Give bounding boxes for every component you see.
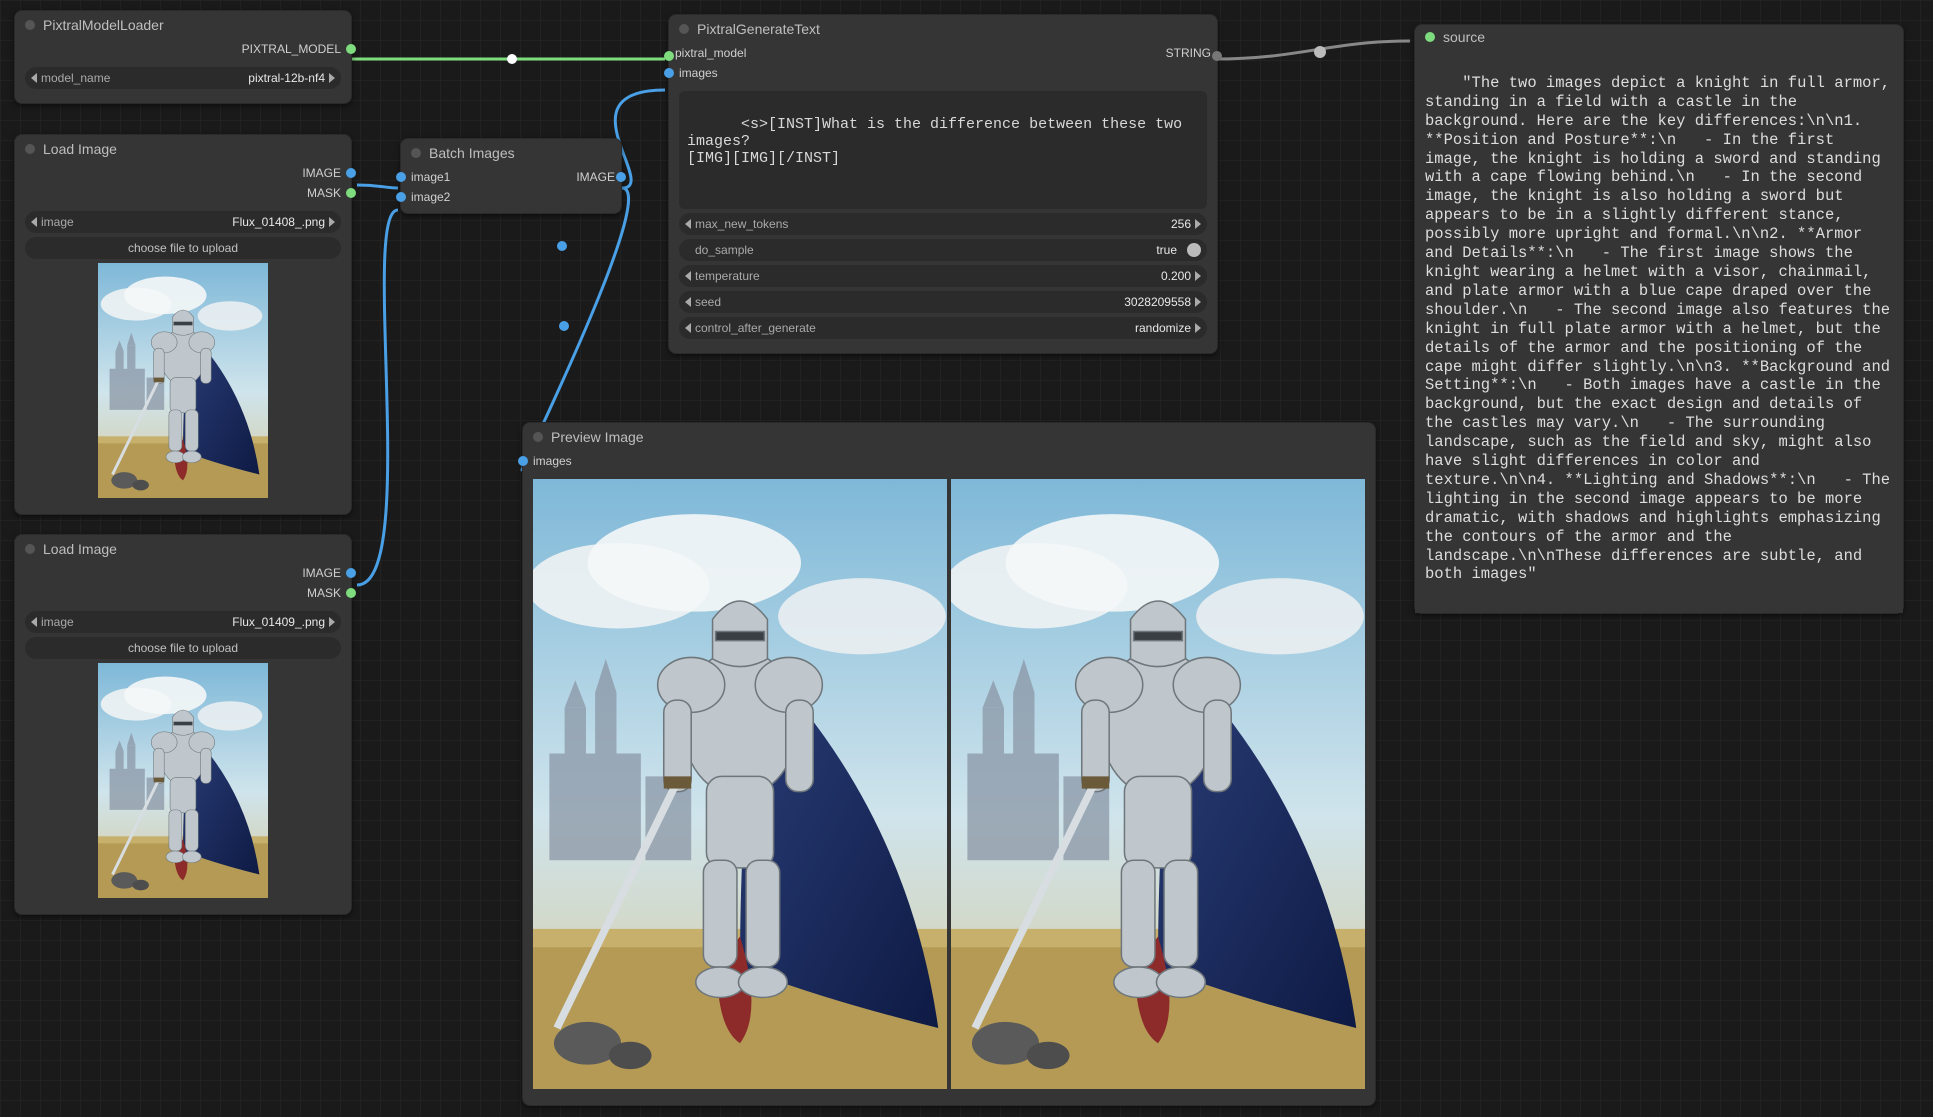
image-file-widget[interactable]: image Flux_01408_.png xyxy=(25,211,341,233)
output-port-icon[interactable] xyxy=(346,188,356,198)
output-image-label: IMAGE xyxy=(570,170,621,184)
max-new-tokens-widget[interactable]: max_new_tokens 256 xyxy=(679,213,1207,235)
node-title[interactable]: Load Image xyxy=(15,135,351,163)
output-port-icon[interactable] xyxy=(616,172,626,182)
input-port-icon[interactable] xyxy=(518,456,528,466)
node-title[interactable]: source xyxy=(1415,25,1903,49)
output-image-label: IMAGE xyxy=(296,566,347,580)
source-text-output[interactable]: "The two images depict a knight in full … xyxy=(1415,49,1903,613)
output-port-icon[interactable] xyxy=(1212,51,1222,61)
node-load-image-2[interactable]: Load Image IMAGE MASK image Flux_01409_.… xyxy=(14,534,352,915)
title-text: PixtralModelLoader xyxy=(43,17,164,33)
node-load-image-1[interactable]: Load Image IMAGE MASK image Flux_01408_.… xyxy=(14,134,352,515)
arrow-left-icon[interactable] xyxy=(31,617,37,627)
arrow-left-icon[interactable] xyxy=(685,297,691,307)
temperature-widget[interactable]: temperature 0.200 xyxy=(679,265,1207,287)
input-images-label: images xyxy=(673,66,724,80)
upload-button[interactable]: choose file to upload xyxy=(25,637,341,659)
model-name-widget[interactable]: model_name pixtral-12b-nf4 xyxy=(25,67,341,89)
input-port-icon[interactable] xyxy=(396,172,406,182)
output-port-icon[interactable] xyxy=(346,568,356,578)
collapse-dot-icon[interactable] xyxy=(25,544,35,554)
input-port-icon[interactable] xyxy=(1425,32,1435,42)
title-text: Batch Images xyxy=(429,145,515,161)
image-preview xyxy=(98,663,268,898)
node-title[interactable]: Preview Image xyxy=(523,423,1375,451)
node-title[interactable]: PixtralModelLoader xyxy=(15,11,351,39)
node-title[interactable]: Batch Images xyxy=(401,139,621,167)
input-port-icon[interactable] xyxy=(396,192,406,202)
node-title[interactable]: Load Image xyxy=(15,535,351,563)
prompt-textarea[interactable]: <s>[INST]What is the difference between … xyxy=(679,91,1207,209)
output-image-label: IMAGE xyxy=(296,166,347,180)
toggle-dot-icon[interactable] xyxy=(1187,243,1201,257)
image-preview xyxy=(98,263,268,498)
input-image2-label: image2 xyxy=(405,190,456,204)
title-text: Load Image xyxy=(43,541,117,557)
output-label: PIXTRAL_MODEL xyxy=(236,42,347,56)
node-batch-images[interactable]: Batch Images image1 IMAGE image2 xyxy=(400,138,622,214)
output-port-icon[interactable] xyxy=(346,588,356,598)
arrow-right-icon[interactable] xyxy=(1195,219,1201,229)
arrow-right-icon[interactable] xyxy=(329,217,335,227)
input-images-label: images xyxy=(527,454,578,468)
collapse-dot-icon[interactable] xyxy=(411,148,421,158)
output-mask-label: MASK xyxy=(301,586,347,600)
arrow-left-icon[interactable] xyxy=(31,73,37,83)
do-sample-widget[interactable]: do_sample true xyxy=(679,239,1207,261)
arrow-right-icon[interactable] xyxy=(1195,323,1201,333)
output-port-icon[interactable] xyxy=(346,44,356,54)
collapse-dot-icon[interactable] xyxy=(25,20,35,30)
input-image1-label: image1 xyxy=(405,170,456,184)
node-title[interactable]: PixtralGenerateText xyxy=(669,15,1217,43)
seed-widget[interactable]: seed 3028209558 xyxy=(679,291,1207,313)
arrow-right-icon[interactable] xyxy=(1195,297,1201,307)
input-model-label: pixtral_model xyxy=(669,46,752,60)
output-mask-label: MASK xyxy=(301,186,347,200)
node-preview-image[interactable]: Preview Image images xyxy=(522,422,1376,1106)
control-after-generate-widget[interactable]: control_after_generate randomize xyxy=(679,317,1207,339)
arrow-right-icon[interactable] xyxy=(1195,271,1201,281)
collapse-dot-icon[interactable] xyxy=(533,432,543,442)
arrow-left-icon[interactable] xyxy=(685,271,691,281)
node-pixtral-model-loader[interactable]: PixtralModelLoader PIXTRAL_MODEL model_n… xyxy=(14,10,352,104)
node-pixtral-generate-text[interactable]: PixtralGenerateText pixtral_model STRING… xyxy=(668,14,1218,354)
output-port-icon[interactable] xyxy=(346,168,356,178)
upload-button[interactable]: choose file to upload xyxy=(25,237,341,259)
arrow-left-icon[interactable] xyxy=(685,323,691,333)
collapse-dot-icon[interactable] xyxy=(25,144,35,154)
node-source[interactable]: source "The two images depict a knight i… xyxy=(1414,24,1904,614)
arrow-right-icon[interactable] xyxy=(329,617,335,627)
image-file-widget[interactable]: image Flux_01409_.png xyxy=(25,611,341,633)
output-string-label: STRING xyxy=(1160,46,1217,60)
title-text: PixtralGenerateText xyxy=(697,21,820,37)
preview-image-pair xyxy=(533,479,1365,1089)
arrow-right-icon[interactable] xyxy=(329,73,335,83)
input-port-icon[interactable] xyxy=(664,51,674,61)
input-port-icon[interactable] xyxy=(664,68,674,78)
title-text: source xyxy=(1443,29,1485,45)
collapse-dot-icon[interactable] xyxy=(679,24,689,34)
title-text: Load Image xyxy=(43,141,117,157)
title-text: Preview Image xyxy=(551,429,644,445)
arrow-left-icon[interactable] xyxy=(685,219,691,229)
arrow-left-icon[interactable] xyxy=(31,217,37,227)
